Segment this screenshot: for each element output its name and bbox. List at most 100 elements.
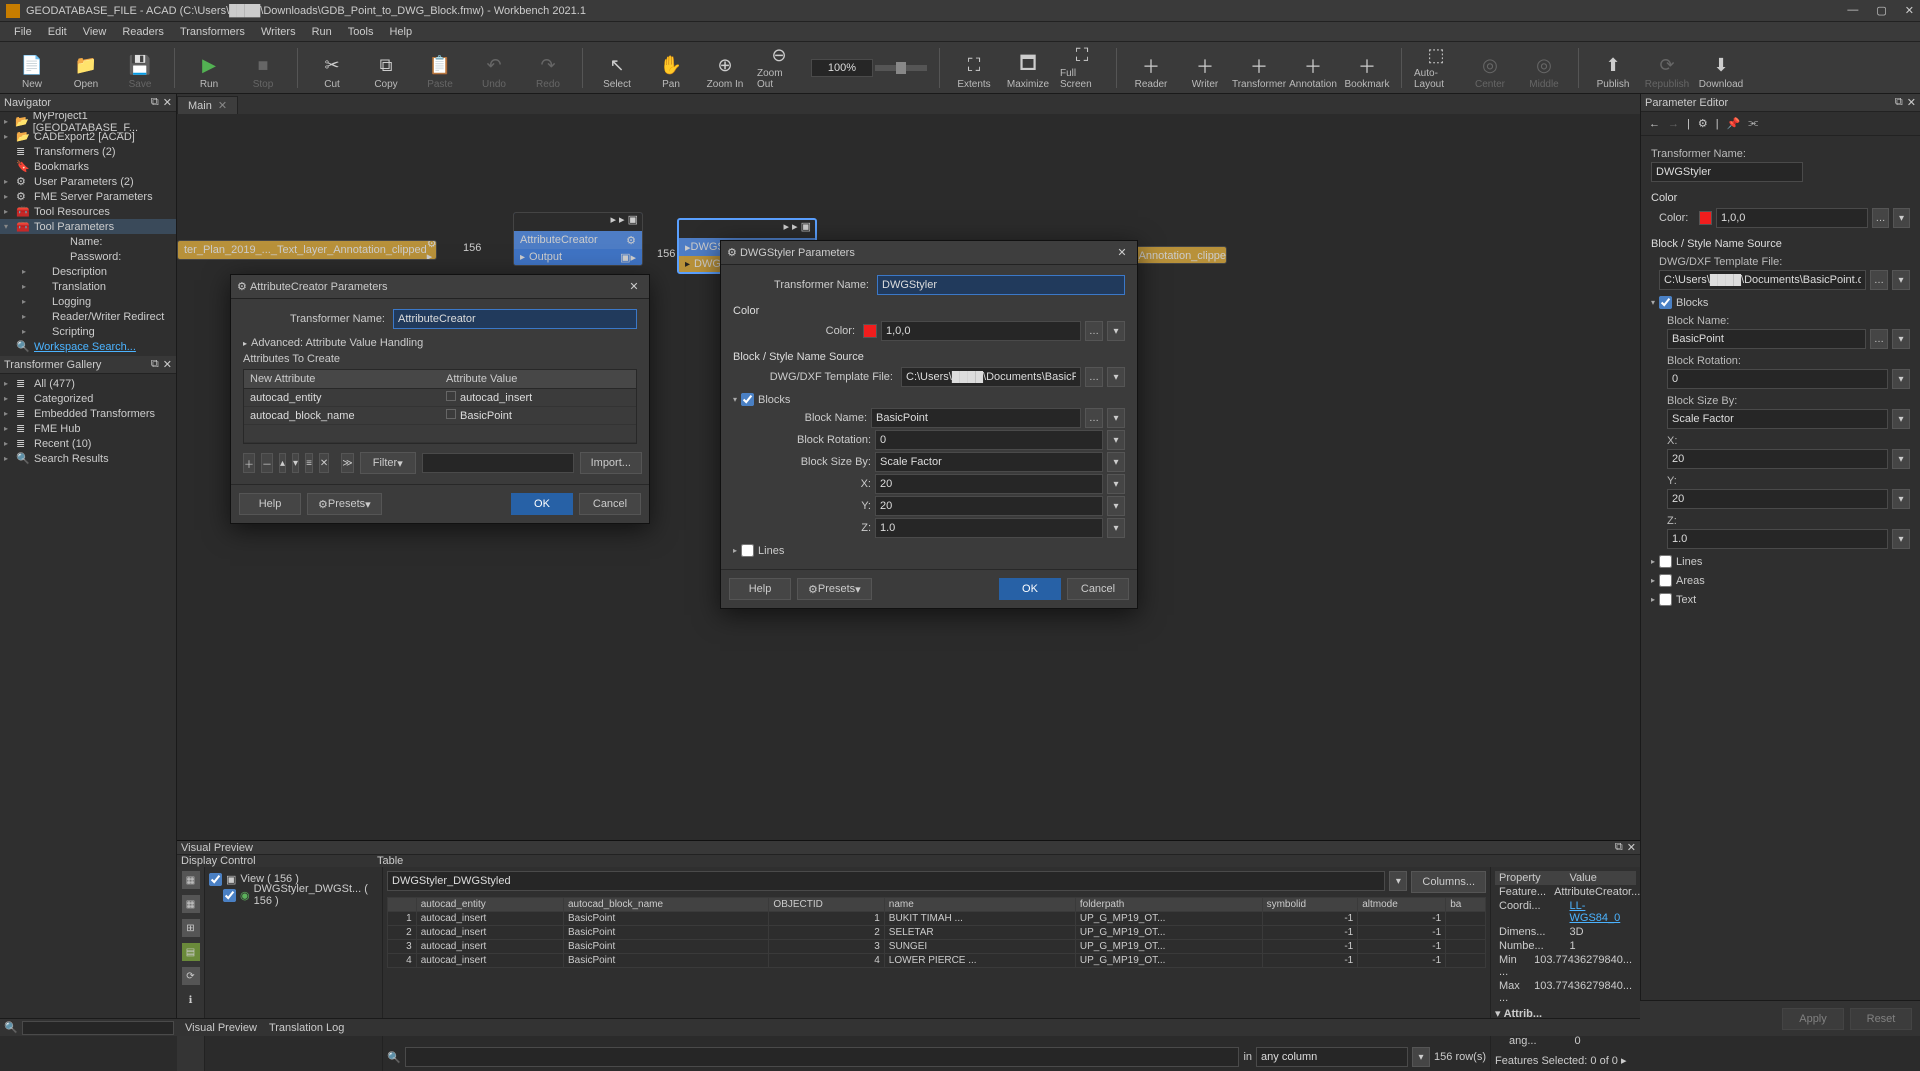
z-input[interactable] xyxy=(1667,529,1888,549)
run-button[interactable]: ▶Run xyxy=(185,44,233,92)
paste-button[interactable]: 📋Paste xyxy=(416,44,464,92)
panel-undock-icon[interactable]: ⧉ xyxy=(151,358,159,371)
cancel-button[interactable]: Cancel xyxy=(579,493,641,515)
redo-button[interactable]: ↷Redo xyxy=(524,44,572,92)
gallery-item[interactable]: ▸≣Recent (10) xyxy=(0,436,176,451)
writer-button[interactable]: ＋Writer xyxy=(1181,44,1229,92)
z-input[interactable] xyxy=(875,518,1103,538)
browse-button[interactable]: … xyxy=(1872,208,1889,228)
dropdown-button[interactable]: ▾ xyxy=(1893,208,1910,228)
nav-item[interactable]: Name: xyxy=(0,234,176,249)
color-swatch[interactable] xyxy=(1699,211,1712,225)
color-input[interactable] xyxy=(881,321,1081,341)
blocks-checkbox[interactable] xyxy=(741,393,754,406)
x-input[interactable] xyxy=(1667,449,1888,469)
undo-button[interactable]: ↶Undo xyxy=(470,44,518,92)
link-icon[interactable]: ⫘ xyxy=(1748,117,1758,130)
save-button[interactable]: 💾Save xyxy=(116,44,164,92)
import-button[interactable]: Import... xyxy=(580,452,642,474)
text-checkbox[interactable] xyxy=(1659,593,1672,606)
pan-button[interactable]: ✋Pan xyxy=(647,44,695,92)
tab-visual-preview[interactable]: Visual Preview xyxy=(185,1022,257,1034)
close-icon[interactable]: ✕ xyxy=(625,280,643,293)
blocks-checkbox[interactable] xyxy=(1659,296,1672,309)
extents-button[interactable]: ⛶Extents xyxy=(950,44,998,92)
nav-item[interactable]: ▸📂MyProject1 [GEODATABASE_F... xyxy=(0,114,176,129)
presets-button[interactable]: ⚙ Presets ▾ xyxy=(307,493,382,515)
zoomout-button[interactable]: ⊖Zoom Out xyxy=(755,44,803,92)
transformer-name-input[interactable] xyxy=(1651,162,1803,182)
forward-icon[interactable]: → xyxy=(1668,118,1679,130)
cut-button[interactable]: ✂Cut xyxy=(308,44,356,92)
close-button[interactable]: ✕ xyxy=(1905,4,1914,17)
select-button[interactable]: ↖Select xyxy=(593,44,641,92)
reader-button[interactable]: ＋Reader xyxy=(1127,44,1175,92)
nav-item[interactable]: ▸⚙FME Server Parameters xyxy=(0,189,176,204)
maximize-button[interactable]: ▢ xyxy=(1876,4,1886,17)
panel-close-icon[interactable]: ✕ xyxy=(163,96,172,109)
close-icon[interactable]: ✕ xyxy=(218,99,227,112)
table-icon[interactable]: ▤ xyxy=(182,943,200,961)
columns-button[interactable]: Columns... xyxy=(1411,871,1486,893)
annotation-button[interactable]: ＋Annotation xyxy=(1289,44,1337,92)
publish-button[interactable]: ⬆Publish xyxy=(1589,44,1637,92)
stop-button[interactable]: ■Stop xyxy=(239,44,287,92)
nav-item[interactable]: ▸🧰Tool Resources xyxy=(0,204,176,219)
download-button[interactable]: ⬇Download xyxy=(1697,44,1745,92)
zoomin-button[interactable]: ⊕Zoom In xyxy=(701,44,749,92)
nav-item[interactable]: ▸Logging xyxy=(0,294,176,309)
menu-writers[interactable]: Writers xyxy=(255,24,302,40)
preview-search-input[interactable] xyxy=(405,1047,1240,1067)
lines-checkbox[interactable] xyxy=(741,544,754,557)
center-button[interactable]: ◎Center xyxy=(1466,44,1514,92)
gallery-item[interactable]: ▸≣FME Hub xyxy=(0,421,176,436)
gallery-item[interactable]: ▸≣Embedded Transformers xyxy=(0,406,176,421)
reader-node[interactable]: ter_Plan_2019_..._Text_layer_Annotation_… xyxy=(177,240,437,260)
transformer-button[interactable]: ＋Transformer xyxy=(1235,44,1283,92)
info-icon[interactable]: ℹ xyxy=(182,991,200,1009)
tab-main[interactable]: Main ✕ xyxy=(177,96,238,114)
gallery-item[interactable]: ▸🔍Search Results xyxy=(0,451,176,466)
nav-item[interactable]: ▸Reader/Writer Redirect xyxy=(0,309,176,324)
table-source-select[interactable] xyxy=(387,871,1385,891)
transformer-name-input[interactable] xyxy=(877,275,1125,295)
filter-dropdown[interactable]: Filter ▾ xyxy=(360,452,416,474)
copy-button[interactable]: ⧉Copy xyxy=(362,44,410,92)
nav-item[interactable]: ≣Transformers (2) xyxy=(0,144,176,159)
autolayout-button[interactable]: ⬚Auto-Layout xyxy=(1412,44,1460,92)
close-icon[interactable]: ✕ xyxy=(1113,246,1131,259)
ok-button[interactable]: OK xyxy=(999,578,1061,600)
menu-readers[interactable]: Readers xyxy=(116,24,170,40)
gallery-item[interactable]: ▸≣All (477) xyxy=(0,376,176,391)
apply-button[interactable]: Apply xyxy=(1782,1008,1844,1030)
nav-item[interactable]: ▸Scripting xyxy=(0,324,176,339)
nav-item[interactable]: 🔖Bookmarks xyxy=(0,159,176,174)
menu-file[interactable]: File xyxy=(8,24,38,40)
help-button[interactable]: Help xyxy=(729,578,791,600)
transformer-name-input[interactable] xyxy=(393,309,637,329)
block-name-input[interactable] xyxy=(871,408,1081,428)
template-file-input[interactable] xyxy=(901,367,1081,387)
navigator-tree[interactable]: ▸📂MyProject1 [GEODATABASE_F...▸📂CADExpor… xyxy=(0,112,176,374)
gallery-item[interactable]: ▸≣Categorized xyxy=(0,391,176,406)
browse-button[interactable]: … xyxy=(1870,270,1888,290)
y-input[interactable] xyxy=(1667,489,1888,509)
tab-translation-log[interactable]: Translation Log xyxy=(269,1022,344,1034)
panel-close-icon[interactable]: ✕ xyxy=(1907,96,1916,109)
maximize-button[interactable]: 🗖Maximize xyxy=(1004,44,1052,92)
lines-checkbox[interactable] xyxy=(1659,555,1672,568)
new-button[interactable]: 📄New xyxy=(8,44,56,92)
minimize-button[interactable]: — xyxy=(1847,4,1858,17)
nav-item[interactable]: ▸Description xyxy=(0,264,176,279)
color-input[interactable] xyxy=(1716,208,1868,228)
back-icon[interactable]: ← xyxy=(1649,118,1660,130)
pin-icon[interactable]: 📌 xyxy=(1727,117,1741,130)
grid-icon[interactable]: ▦ xyxy=(182,871,200,889)
gear-icon[interactable]: ⚙ xyxy=(1698,117,1708,130)
grid2-icon[interactable]: ▦ xyxy=(182,895,200,913)
block-rotation-input[interactable] xyxy=(1667,369,1888,389)
zoompct-button[interactable] xyxy=(809,44,929,92)
workspace-search-input[interactable] xyxy=(22,1021,174,1035)
nav-item[interactable]: Password: xyxy=(0,249,176,264)
block-size-select[interactable] xyxy=(875,452,1103,472)
